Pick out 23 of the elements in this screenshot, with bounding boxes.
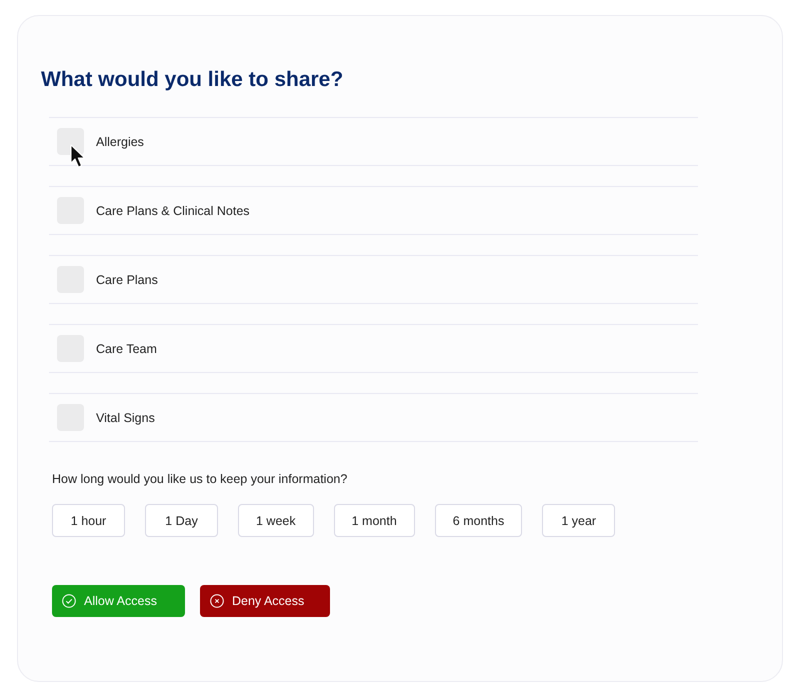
retention-question: How long would you like us to keep your information? bbox=[52, 471, 348, 488]
category-row[interactable]: Vital Signs bbox=[49, 393, 698, 442]
duration-option[interactable]: 1 month bbox=[334, 504, 415, 537]
mouse-pointer-icon bbox=[70, 144, 86, 169]
category-row[interactable]: Care Plans & Clinical Notes bbox=[49, 186, 698, 235]
category-label: Allergies bbox=[96, 134, 144, 150]
duration-option[interactable]: 1 week bbox=[238, 504, 314, 537]
checkbox[interactable] bbox=[57, 128, 84, 155]
section-title: What would you like to share? bbox=[41, 67, 344, 93]
duration-option[interactable]: 6 months bbox=[434, 504, 522, 537]
deny-access-button[interactable]: Deny Access bbox=[200, 585, 330, 617]
check-circle-icon bbox=[62, 594, 76, 608]
category-row[interactable]: Care Team bbox=[49, 324, 698, 373]
category-label: Care Team bbox=[96, 340, 157, 356]
x-circle-icon bbox=[210, 594, 224, 608]
category-label: Vital Signs bbox=[96, 410, 155, 426]
duration-option[interactable]: 1 hour bbox=[52, 504, 125, 537]
category-row[interactable]: Allergies bbox=[49, 117, 698, 166]
category-row[interactable]: Care Plans bbox=[49, 255, 698, 304]
duration-option[interactable]: 1 Day bbox=[145, 504, 218, 537]
category-label: Care Plans & Clinical Notes bbox=[96, 202, 250, 218]
category-label: Care Plans bbox=[96, 272, 158, 288]
duration-option[interactable]: 1 year bbox=[542, 504, 616, 537]
